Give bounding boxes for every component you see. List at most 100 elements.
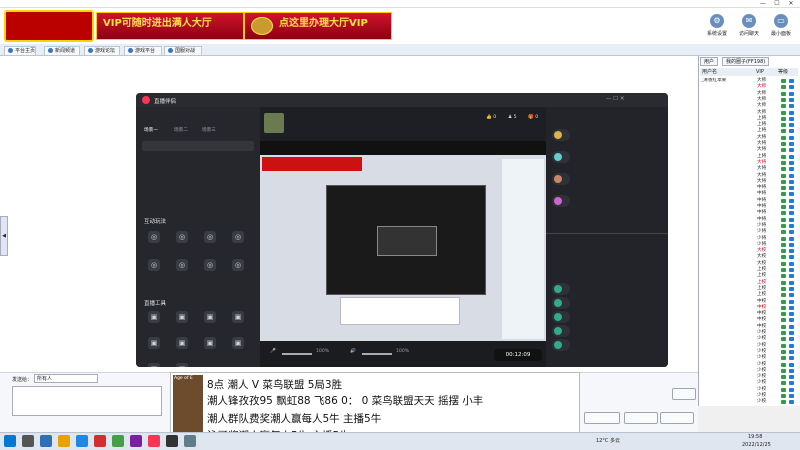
- level-icon: [781, 299, 786, 304]
- media-app-icon[interactable]: [130, 435, 142, 447]
- scene-tab-1[interactable]: 场景一: [144, 127, 158, 133]
- user-rank: 少校: [757, 399, 767, 405]
- visit-chat-button[interactable]: ✉ 访问聊天: [734, 14, 764, 40]
- window-controls[interactable]: — ☐ ✕: [606, 96, 625, 102]
- chat-app-icon[interactable]: [112, 435, 124, 447]
- level-icon: [781, 79, 786, 83]
- tab-platform[interactable]: 游戏平台: [124, 46, 162, 56]
- badge-icon: [789, 198, 794, 203]
- settings-button[interactable]: [584, 412, 620, 424]
- tool-icon: ▣: [232, 337, 244, 349]
- avatar: [554, 327, 562, 335]
- search-icon[interactable]: [22, 435, 34, 447]
- system-settings-button[interactable]: ⚙ 系统设置: [702, 14, 732, 40]
- side-toggle-tab[interactable]: ◀: [0, 216, 8, 256]
- minimize-button[interactable]: —: [756, 0, 770, 8]
- scene-tab-2[interactable]: 场景二: [174, 127, 188, 133]
- mic-icon[interactable]: 🎤: [270, 349, 276, 354]
- vip-ad-banner[interactable]: VIP可随时进出满人大厅: [96, 12, 244, 40]
- tab-forum[interactable]: 游戏论坛: [84, 46, 120, 56]
- clock-time[interactable]: 19:58: [748, 434, 762, 440]
- mini-panel-button[interactable]: ▭ 最小面板: [766, 14, 796, 40]
- user-row[interactable]: 少校: [701, 399, 797, 405]
- chat-message[interactable]: [552, 195, 570, 207]
- speaker-volume-slider[interactable]: [362, 353, 392, 355]
- close-button[interactable]: ✕: [784, 0, 798, 8]
- maximize-button[interactable]: ☐: [770, 0, 784, 8]
- event-message[interactable]: [552, 311, 570, 323]
- chat-log-line: [14, 318, 134, 326]
- tab-home[interactable]: 平台主页: [4, 46, 36, 56]
- message-input[interactable]: [12, 386, 162, 416]
- level-icon: [781, 104, 786, 109]
- send-button[interactable]: [660, 412, 694, 424]
- edge-icon[interactable]: [76, 435, 88, 447]
- divider: [546, 233, 668, 234]
- game-app-icon[interactable]: [94, 435, 106, 447]
- tool-icon: ▣: [148, 337, 160, 349]
- start-icon[interactable]: [4, 435, 16, 447]
- clear-button[interactable]: [624, 412, 658, 424]
- mic-volume: 100%: [316, 349, 330, 354]
- level-icon: [781, 186, 786, 191]
- event-message[interactable]: [552, 297, 570, 309]
- speaker-icon[interactable]: 🔊: [350, 349, 356, 354]
- tool-icon: ▣: [176, 311, 188, 323]
- obs-icon[interactable]: [166, 435, 178, 447]
- chat-log-line: [14, 293, 134, 301]
- badge-icon: [789, 186, 794, 191]
- game-thumb-title: Age of E: [174, 376, 193, 381]
- live-timer: 00:12:09: [494, 349, 542, 361]
- mic-volume-slider[interactable]: [282, 353, 312, 355]
- vip-signup-banner[interactable]: 点这里办理大厅VIP: [244, 12, 392, 40]
- tab-news[interactable]: 新闻频道: [44, 46, 80, 56]
- battle-icon: [168, 48, 173, 53]
- avatar: [554, 299, 562, 307]
- source-item[interactable]: [142, 141, 254, 151]
- live-app-icon[interactable]: [148, 435, 160, 447]
- badge-icon: [789, 318, 794, 323]
- tab-my-circle[interactable]: 我的圈子(FF198): [722, 57, 770, 66]
- taskview-icon[interactable]: [40, 435, 52, 447]
- badge-icon: [789, 305, 794, 310]
- event-message[interactable]: [552, 339, 570, 351]
- level-icon: [781, 142, 786, 146]
- chat-log-line: [14, 326, 134, 334]
- match-schedule: 8点 潮人 V 菜鸟联盟 5局3胜: [207, 379, 343, 391]
- chat-log-line: [14, 251, 134, 259]
- level-icon: [781, 192, 786, 197]
- explorer-icon[interactable]: [58, 435, 70, 447]
- tab-battle[interactable]: 国服对战: [164, 46, 202, 56]
- tools-title: 直播工具: [144, 301, 167, 307]
- level-icon: [781, 85, 786, 90]
- tab-users[interactable]: 用户: [700, 57, 719, 66]
- emblem-icon: [251, 17, 273, 35]
- chat-message[interactable]: [552, 173, 570, 185]
- level-icon: [781, 286, 786, 291]
- more-button[interactable]: [672, 388, 696, 400]
- send-to-select[interactable]: 所有人: [34, 374, 98, 383]
- title-bar: — ☐ ✕: [0, 0, 800, 8]
- interact-icon: ◎: [232, 231, 244, 243]
- level-icon: [781, 318, 786, 323]
- tool-icon: ▣: [176, 363, 188, 367]
- clock-date[interactable]: 2022/12/25: [742, 442, 771, 448]
- chat-message[interactable]: [552, 151, 570, 163]
- weather-widget[interactable]: 12°C 多云: [596, 437, 620, 444]
- level-icon: [781, 375, 786, 380]
- event-message[interactable]: [552, 283, 570, 295]
- badge-icon: [789, 179, 794, 184]
- level-icon: [781, 293, 786, 298]
- prize-line-1: 潮人群队费奖潮人赢每人5牛 主播5牛: [207, 413, 382, 425]
- level-icon: [781, 205, 786, 209]
- site-logo[interactable]: [4, 10, 94, 42]
- level-icon: [781, 148, 786, 153]
- chat-message[interactable]: [552, 129, 570, 141]
- nested-preview-window: [377, 226, 437, 256]
- chat-log-line: [14, 276, 134, 284]
- badge-icon: [789, 362, 794, 367]
- scene-tab-3[interactable]: 场景三: [202, 127, 216, 133]
- event-message[interactable]: [552, 325, 570, 337]
- settings-app-icon[interactable]: [184, 435, 196, 447]
- badge-icon: [789, 148, 794, 153]
